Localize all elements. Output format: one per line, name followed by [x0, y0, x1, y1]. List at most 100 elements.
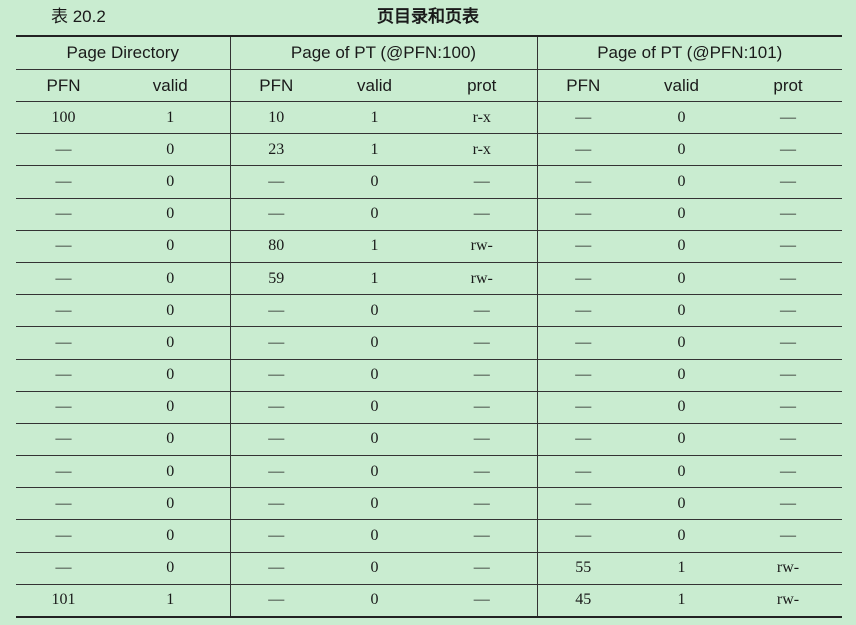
cell-pt101-pfn: 45 [575, 591, 592, 609]
cell-pt101-valid: 1 [629, 552, 734, 585]
group-header-page-directory: Page Directory [16, 36, 231, 70]
cell-pt100-valid: 1 [322, 230, 427, 263]
page-table: Page Directory Page of PT (@PFN:100) Pag… [16, 35, 843, 618]
cell-pt101-pfn: — [537, 262, 629, 296]
cell-pd-pfn: — [16, 294, 111, 328]
cell-pt101-pfn: — [537, 487, 629, 521]
cell-pt101-prot: — [734, 133, 843, 167]
cell-pd-pfn: — [16, 519, 111, 553]
table-row: —0—0— —0— [16, 165, 843, 199]
column-header-valid: valid [322, 69, 427, 102]
cell-pt101-pfn: — [537, 359, 629, 392]
cell-pt101-valid: 0 [629, 519, 734, 553]
cell-pt101-pfn: 55 [537, 552, 629, 585]
cell-pt100-prot: — [427, 326, 538, 360]
cell-pt101-pfn: — [537, 101, 629, 135]
cell-pt100-prot: r-x [427, 101, 538, 135]
table-row: —0 23 1 r-x —0— [16, 133, 843, 167]
cell-pd-valid: 0 [111, 133, 231, 167]
cell-pd-valid: 1 [111, 101, 231, 135]
cell-pt101-valid: 0 [629, 391, 734, 424]
cell-pt101-valid: 0 [629, 487, 734, 521]
cell-pt101-pfn: — [537, 294, 629, 328]
cell-pt100-pfn: — [230, 455, 322, 489]
table-row: —0—0— —0— [16, 326, 843, 360]
cell-pd-pfn: — [16, 552, 111, 585]
cell-pd-pfn: — [16, 230, 111, 263]
cell-pt101-prot: — [734, 198, 843, 231]
cell-pd-valid: 0 [111, 262, 231, 296]
table-row: —0—0— —0— [16, 391, 843, 424]
cell-pt100-pfn: — [230, 198, 322, 231]
cell-pt101-pfn: — [537, 455, 629, 489]
cell-pt100-pfn: 80 [230, 230, 322, 263]
cell-pd-pfn: — [16, 455, 111, 489]
cell-pd-valid: 0 [111, 391, 231, 424]
cell-pt100-valid: 0 [322, 519, 427, 553]
cell-pt100-prot: — [427, 519, 538, 553]
table-row: —0—0— —0— [16, 294, 843, 328]
cell-pt101-pfn: — [537, 391, 629, 424]
cell-pt100-valid: 0 [322, 455, 427, 489]
cell-pt100-valid: 1 [322, 133, 427, 167]
cell-pt100-valid: 0 [322, 326, 427, 360]
cell-pd-valid: 0 [111, 165, 231, 199]
cell-pd-pfn: — [16, 165, 111, 199]
cell-pt100-prot: — [427, 584, 538, 617]
cell-pt101-pfn: — [537, 198, 629, 231]
cell-pd-valid: 0 [111, 519, 231, 553]
cell-pt100-valid: 0 [322, 198, 427, 231]
cell-pt100-pfn: — [230, 552, 322, 585]
cell-pt101-valid: 0 [629, 165, 734, 199]
cell-pt101-prot: — [734, 165, 843, 199]
cell-pd-valid: 0 [111, 326, 231, 360]
cell-pt101-valid: 1 [677, 591, 686, 609]
cell-pt101-valid: 0 [629, 101, 734, 135]
cell-pt101-prot: — [734, 359, 843, 392]
cell-pd-valid: 0 [111, 198, 231, 231]
cell-pt100-pfn: — [230, 359, 322, 392]
cell-pt100-prot: rw- [427, 230, 538, 263]
cell-pt100-valid: 0 [322, 552, 427, 585]
cell-pd-valid: 0 [111, 294, 231, 328]
cell-pt100-prot: — [427, 487, 538, 521]
cell-pd-valid: 0 [111, 455, 231, 489]
cell-pt100-prot: rw- [427, 262, 538, 296]
cell-pt100-valid: 0 [322, 294, 427, 328]
cell-pt100-pfn: — [230, 519, 322, 553]
group-header-row: Page Directory Page of PT (@PFN:100) Pag… [16, 36, 843, 70]
cell-pt101-pfn: — [537, 230, 629, 263]
table-row: —0—0— —0— [16, 198, 843, 231]
cell-pt100-valid: 1 [322, 262, 427, 296]
cell-pd-valid: 0 [111, 359, 231, 392]
cell-pt100-pfn: — [230, 326, 322, 360]
cell-pd-pfn: — [16, 487, 111, 521]
column-header-row: PFN valid PFN valid prot PFN valid prot [16, 69, 843, 102]
cell-pt101-valid: 0 [629, 198, 734, 231]
cell-pt101-prot: rw- [734, 552, 843, 585]
cell-pd-pfn: — [16, 262, 111, 296]
column-header-valid: valid [111, 69, 231, 102]
cell-pt101-pfn: — [537, 519, 629, 553]
cell-pt100-valid: 1 [322, 101, 427, 135]
cell-pd-valid: 0 [111, 487, 231, 521]
cell-pt100-pfn: 10 [230, 101, 322, 135]
cell-pt100-prot: — [427, 391, 538, 424]
table-row: —0—0— —0— [16, 359, 843, 392]
table-caption-title: 页目录和页表 [377, 7, 479, 26]
cell-pt101-prot: — [734, 294, 843, 328]
table-row: —0—0— —0— [16, 455, 843, 489]
column-header-prot: prot [734, 69, 843, 102]
cell-pt101-prot: — [734, 423, 843, 457]
cell-pt101-prot: — [734, 455, 843, 489]
cell-pd-valid: 0 [111, 230, 231, 263]
cell-pt101-pfn: — [537, 165, 629, 199]
table-row: —0 59 1 rw- —0— [16, 262, 843, 296]
cell-pt101-pfn: — [537, 133, 629, 167]
cell-pd-valid: 1 [111, 584, 231, 617]
cell-pt101-prot: — [734, 101, 843, 135]
cell-pd-valid: 0 [111, 552, 231, 585]
cell-pt101-prot: — [734, 262, 843, 296]
table-row: —0—0— —0— [16, 487, 843, 521]
group-header-pt-101: Page of PT (@PFN:101) [537, 36, 843, 70]
